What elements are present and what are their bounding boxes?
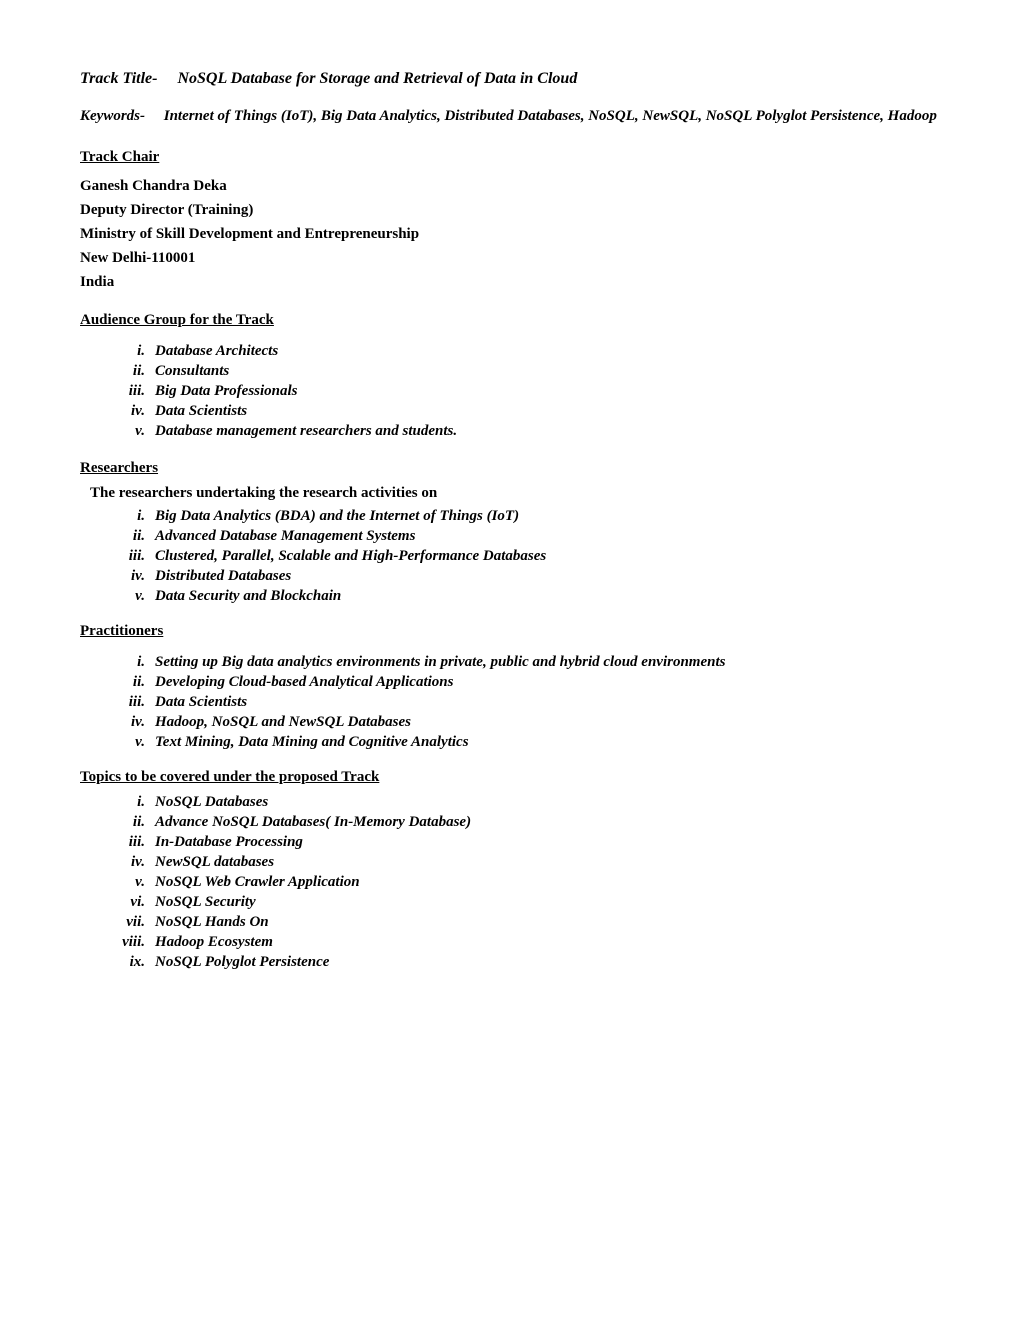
researchers-section: Researchers The researchers undertaking … [80, 460, 940, 605]
chair-info: Ganesh Chandra Deka Deputy Director (Tra… [80, 174, 940, 294]
track-chair-heading: Track Chair [80, 149, 159, 166]
list-item: v. Database management researchers and s… [120, 423, 940, 440]
keywords-value: Internet of Things (IoT), Big Data Analy… [164, 108, 937, 124]
list-item: iii. Big Data Professionals [120, 383, 940, 400]
list-item: iv. Data Scientists [120, 403, 940, 420]
track-title-label: Track Title- [80, 70, 157, 87]
list-item: v. NoSQL Web Crawler Application [120, 874, 940, 891]
list-item: v. Text Mining, Data Mining and Cognitiv… [120, 734, 940, 751]
keywords-label: Keywords- [80, 108, 145, 124]
list-item: vi. NoSQL Security [120, 894, 940, 911]
track-title-section: Track Title- NoSQL Database for Storage … [80, 70, 940, 88]
chair-organization: Ministry of Skill Development and Entrep… [80, 222, 940, 246]
list-item: iv. Distributed Databases [120, 568, 940, 585]
topics-list: i. NoSQL Databases ii. Advance NoSQL Dat… [80, 794, 940, 971]
list-item: i. Setting up Big data analytics environ… [120, 654, 940, 671]
list-item: vii. NoSQL Hands On [120, 914, 940, 931]
list-item: viii. Hadoop Ecosystem [120, 934, 940, 951]
list-item: i. NoSQL Databases [120, 794, 940, 811]
chair-name: Ganesh Chandra Deka [80, 174, 940, 198]
track-chair-section: Track Chair Ganesh Chandra Deka Deputy D… [80, 149, 940, 294]
list-item: i. Database Architects [120, 343, 940, 360]
list-item: ii. Advanced Database Management Systems [120, 528, 940, 545]
researchers-list: i. Big Data Analytics (BDA) and the Inte… [80, 508, 940, 605]
topics-section: Topics to be covered under the proposed … [80, 769, 940, 971]
practitioners-heading: Practitioners [80, 623, 163, 640]
chair-country: India [80, 270, 940, 294]
list-item: ii. Consultants [120, 363, 940, 380]
track-title-line: Track Title- NoSQL Database for Storage … [80, 70, 940, 88]
keywords-section: Keywords- Internet of Things (IoT), Big … [80, 108, 940, 125]
list-item: iv. Hadoop, NoSQL and NewSQL Databases [120, 714, 940, 731]
list-item: iii. Clustered, Parallel, Scalable and H… [120, 548, 940, 565]
audience-section: Audience Group for the Track i. Database… [80, 312, 940, 440]
list-item: iii. In-Database Processing [120, 834, 940, 851]
practitioners-list: i. Setting up Big data analytics environ… [80, 654, 940, 751]
chair-title: Deputy Director (Training) [80, 198, 940, 222]
researchers-subtitle: The researchers undertaking the research… [80, 485, 940, 502]
researchers-heading: Researchers [80, 460, 158, 477]
list-item: iii. Data Scientists [120, 694, 940, 711]
keywords-line: Keywords- Internet of Things (IoT), Big … [80, 108, 940, 125]
topics-heading: Topics to be covered under the proposed … [80, 769, 940, 786]
list-item: v. Data Security and Blockchain [120, 588, 940, 605]
list-item: i. Big Data Analytics (BDA) and the Inte… [120, 508, 940, 525]
track-title-value: NoSQL Database for Storage and Retrieval… [177, 70, 577, 87]
list-item: ix. NoSQL Polyglot Persistence [120, 954, 940, 971]
chair-city: New Delhi-110001 [80, 246, 940, 270]
list-item: iv. NewSQL databases [120, 854, 940, 871]
list-item: ii. Developing Cloud-based Analytical Ap… [120, 674, 940, 691]
list-item: ii. Advance NoSQL Databases( In-Memory D… [120, 814, 940, 831]
audience-heading: Audience Group for the Track [80, 312, 274, 329]
practitioners-section: Practitioners i. Setting up Big data ana… [80, 623, 940, 751]
audience-list: i. Database Architects ii. Consultants i… [80, 343, 940, 440]
